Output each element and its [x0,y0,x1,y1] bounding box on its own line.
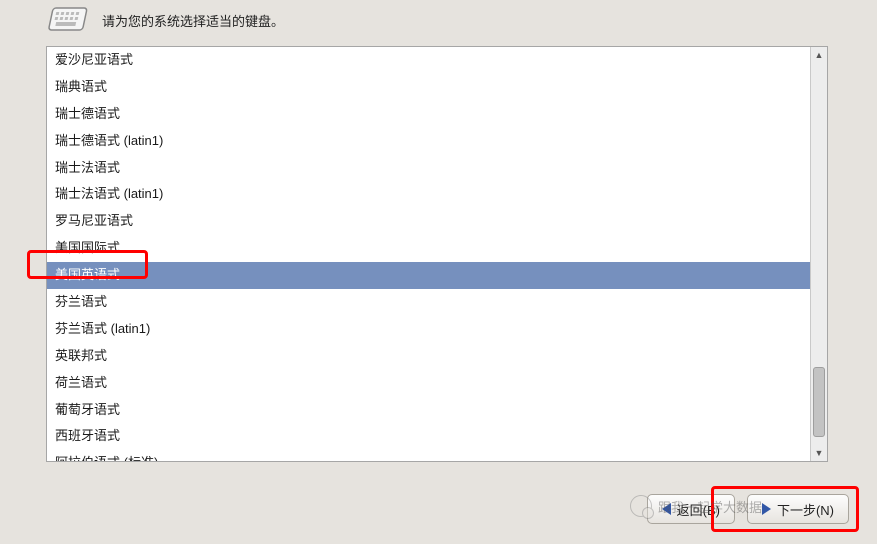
back-button[interactable]: 返回(B) [647,494,735,524]
scroll-thumb[interactable] [813,367,825,437]
list-item[interactable]: 爱沙尼亚语式 [47,47,810,74]
list-item[interactable]: 瑞士德语式 [47,101,810,128]
next-button[interactable]: 下一步(N) [747,494,849,524]
header: 请为您的系统选择适当的键盘。 [0,0,877,46]
keyboard-icon [46,4,88,36]
instruction-text: 请为您的系统选择适当的键盘。 [102,11,284,30]
button-bar: 返回(B) 下一步(N) [647,494,849,524]
list-item[interactable]: 罗马尼亚语式 [47,208,810,235]
list-item[interactable]: 芬兰语式 [47,289,810,316]
arrow-right-icon [762,503,771,515]
arrow-left-icon [662,503,671,515]
list-item[interactable]: 葡萄牙语式 [47,397,810,424]
scroll-up-icon[interactable]: ▲ [811,47,827,63]
list-item[interactable]: 英联邦式 [47,343,810,370]
keyboard-list[interactable]: 爱沙尼亚语式瑞典语式瑞士德语式瑞士德语式 (latin1)瑞士法语式瑞士法语式 … [47,47,810,461]
scroll-down-icon[interactable]: ▼ [811,445,827,461]
list-item[interactable]: 瑞典语式 [47,74,810,101]
list-item[interactable]: 美国国际式 [47,235,810,262]
list-item[interactable]: 瑞士德语式 (latin1) [47,128,810,155]
scrollbar[interactable]: ▲ ▼ [810,47,827,461]
list-item[interactable]: 瑞士法语式 (latin1) [47,181,810,208]
keyboard-list-container: 爱沙尼亚语式瑞典语式瑞士德语式瑞士德语式 (latin1)瑞士法语式瑞士法语式 … [46,46,828,462]
list-item[interactable]: 荷兰语式 [47,370,810,397]
list-item[interactable]: 瑞士法语式 [47,155,810,182]
next-button-label: 下一步(N) [777,500,834,519]
back-button-label: 返回(B) [677,500,720,519]
list-item[interactable]: 西班牙语式 [47,423,810,450]
list-item[interactable]: 美国英语式 [47,262,810,289]
list-item[interactable]: 芬兰语式 (latin1) [47,316,810,343]
list-item[interactable]: 阿拉伯语式 (标准) [47,450,810,461]
